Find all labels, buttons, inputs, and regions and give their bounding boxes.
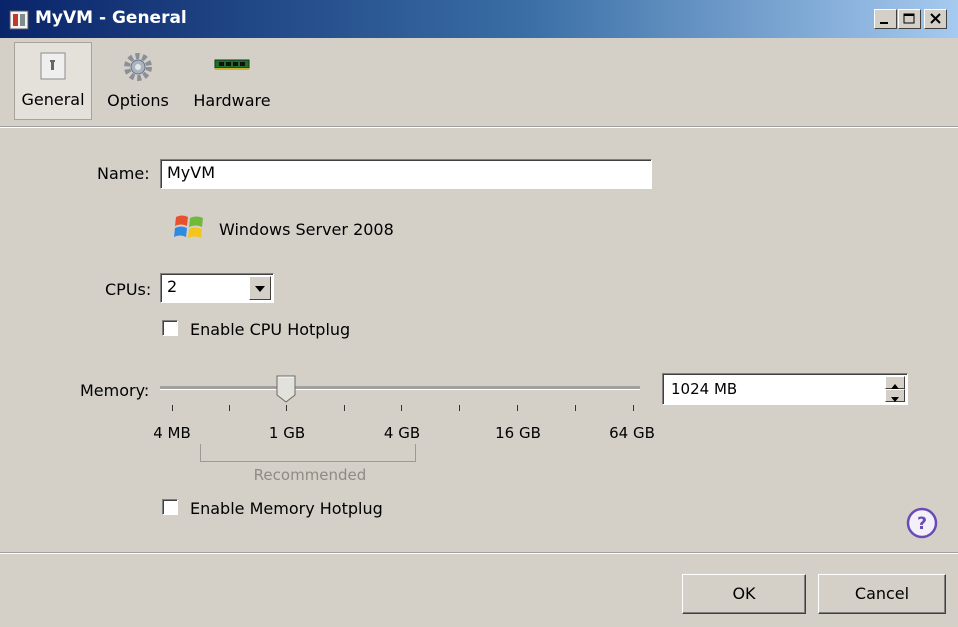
os-name: Windows Server 2008 [219, 220, 394, 239]
ok-button[interactable]: OK [682, 574, 806, 614]
general-icon [40, 52, 66, 80]
svg-text:?: ? [917, 514, 927, 534]
slider-tick [575, 405, 576, 411]
memory-label: Memory: [80, 381, 150, 400]
cpus-select[interactable]: 2 [160, 273, 274, 303]
minimize-icon [880, 22, 888, 24]
title-bar[interactable]: MyVM - General [0, 0, 958, 38]
name-input[interactable]: MyVM [160, 159, 652, 189]
cpus-dropdown-button[interactable] [249, 276, 271, 300]
memory-hotplug-label: Enable Memory Hotplug [190, 499, 383, 518]
chevron-down-icon [891, 397, 899, 402]
slider-tick [517, 405, 518, 411]
tick-label: 4 GB [383, 424, 421, 442]
window-title: MyVM - General [35, 8, 187, 28]
tick-label: 4 MB [153, 424, 191, 442]
slider-tick [229, 405, 230, 411]
minimize-button[interactable] [874, 9, 897, 29]
slider-tick [459, 405, 460, 411]
slider-tick [286, 405, 287, 411]
memory-slider-track[interactable] [160, 386, 640, 390]
memory-value: 1024 MB [671, 380, 738, 398]
maximize-icon [903, 13, 915, 24]
memory-increment-button[interactable] [885, 376, 905, 389]
memory-spinbox[interactable]: 1024 MB [662, 373, 908, 405]
chevron-down-icon [255, 286, 265, 292]
hardware-memory-icon [214, 59, 250, 70]
options-gear-icon [124, 53, 152, 81]
footer-separator [0, 552, 958, 553]
memory-hotplug-checkbox[interactable] [162, 499, 178, 515]
recommended-label: Recommended [253, 466, 367, 484]
windows-logo-icon [174, 215, 203, 238]
memory-decrement-button[interactable] [885, 389, 905, 402]
recommended-range-bracket [200, 444, 416, 462]
name-label: Name: [97, 164, 150, 183]
tab-options[interactable]: Options [100, 42, 176, 120]
cpus-value: 2 [167, 277, 178, 296]
tab-hardware[interactable]: Hardware [184, 42, 280, 120]
tab-hardware-label: Hardware [193, 91, 271, 110]
tab-general-label: General [21, 90, 85, 109]
help-icon[interactable]: ? [906, 507, 938, 539]
tick-label: 16 GB [495, 424, 541, 442]
slider-tick [401, 405, 402, 411]
close-icon [930, 13, 941, 24]
tick-label: 64 GB [609, 424, 655, 442]
slider-tick [633, 405, 634, 411]
cpu-hotplug-label: Enable CPU Hotplug [190, 320, 351, 339]
tab-general[interactable]: General [14, 42, 92, 120]
cpu-hotplug-checkbox[interactable] [162, 320, 178, 336]
vmware-app-icon [9, 10, 29, 30]
slider-tick [344, 405, 345, 411]
settings-toolbar: General Options Hardware [0, 38, 958, 127]
tick-label: 1 GB [268, 424, 306, 442]
close-button[interactable] [924, 9, 947, 29]
slider-tick [172, 405, 173, 411]
cancel-button[interactable]: Cancel [818, 574, 946, 614]
cpus-label: CPUs: [105, 280, 152, 299]
tab-options-label: Options [107, 91, 169, 110]
vm-settings-window: MyVM - General General Options Hardware … [0, 0, 958, 627]
maximize-button[interactable] [898, 9, 921, 29]
memory-slider-thumb[interactable] [276, 375, 296, 403]
